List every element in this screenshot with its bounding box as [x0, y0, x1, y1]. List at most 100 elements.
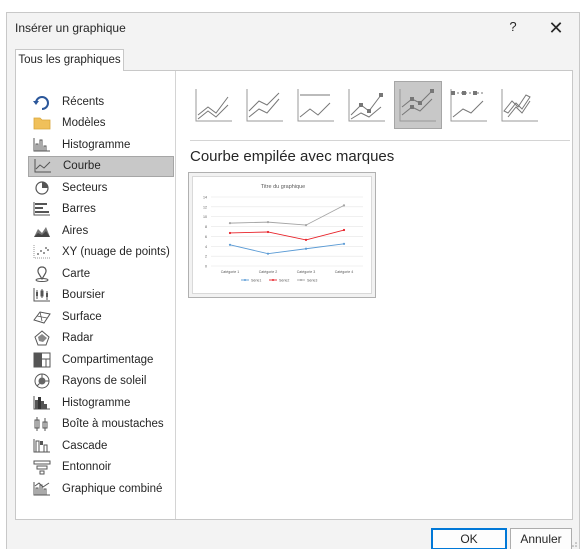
box-whisker-chart-icon [32, 416, 52, 432]
sidebar-item-combo-chart[interactable]: Graphique combiné [28, 478, 174, 499]
sidebar-item-label: Aires [62, 224, 89, 237]
sidebar-item-box-whisker-chart[interactable]: Boîte à moustaches [28, 414, 174, 435]
sidebar-item-label: Radar [62, 332, 94, 344]
line-markers-subtype-button[interactable] [343, 81, 391, 129]
help-button[interactable]: ? [503, 17, 523, 37]
preview-y-tick-label: 4 [205, 245, 207, 249]
funnel-chart-icon [32, 459, 52, 475]
preview-legend-marker [300, 279, 302, 281]
chart-subtype-gallery [190, 81, 570, 133]
close-button[interactable]: ✕ [545, 17, 567, 39]
title-bar: Insérer un graphique ? ✕ [7, 13, 579, 43]
preview-series-marker [304, 247, 308, 250]
bar-chart-icon [32, 201, 52, 217]
percent-stacked-line-markers-subtype-button[interactable] [445, 81, 493, 129]
sidebar-item-label: Histogramme [62, 138, 131, 151]
sidebar-item-surface-chart[interactable]: Surface [28, 306, 174, 327]
sidebar-item-scatter-chart[interactable]: XY (nuage de points) [28, 242, 174, 263]
preview-series-marker [266, 230, 270, 234]
preview-legend-marker [244, 279, 246, 281]
stock-chart-icon [32, 287, 52, 303]
preview-x-tick-label: Catégorie 3 [297, 270, 316, 274]
treemap-chart-icon [32, 352, 52, 368]
chart-type-sidebar: Récents Modèles Histogramme Courbe Secteurs B… [16, 71, 176, 519]
radar-chart-icon [32, 330, 52, 346]
preview-y-tick-label: 2 [205, 255, 207, 259]
preview-series-marker [304, 238, 308, 241]
line-subtype-button[interactable] [190, 81, 238, 129]
preview-series-marker [266, 252, 270, 255]
sidebar-item-label: Secteurs [62, 181, 108, 194]
map-chart-icon [32, 265, 52, 282]
sidebar-item-label: Courbe [63, 160, 101, 172]
sidebar-item-pie-chart[interactable]: Secteurs [28, 177, 174, 198]
cancel-button[interactable]: Annuler [510, 528, 572, 549]
sidebar-item-label: Histogramme [62, 396, 131, 409]
preview-x-tick-label: Catégorie 1 [221, 270, 240, 274]
selected-type-title: Courbe empilée avec marques [190, 148, 395, 165]
preview-x-tick-label: Catégorie 4 [335, 270, 354, 274]
sidebar-item-treemap-chart[interactable]: Compartimentage [28, 349, 174, 370]
ok-button[interactable]: OK [431, 528, 507, 549]
recent-icon [32, 94, 52, 110]
preview-legend-label: Série1 [251, 279, 261, 283]
sidebar-item-histogram-chart[interactable]: Histogramme [28, 392, 174, 413]
sidebar-item-stock-chart[interactable]: Boursier [28, 285, 174, 306]
dialog-title: Insérer un graphique [15, 21, 126, 35]
stacked-line-icon [246, 89, 283, 122]
waterfall-chart-icon [32, 438, 52, 454]
gallery-divider [190, 140, 570, 141]
preview-series-marker [304, 223, 308, 227]
sidebar-item-sunburst-chart[interactable]: Rayons de soleil [28, 371, 174, 392]
chart-preview[interactable]: Titre du graphique 0 2 4 6 8 10 12 14 Catégorie 1… [188, 172, 376, 298]
chart-panel: Récents Modèles Histogramme Courbe Secteurs B… [15, 70, 573, 520]
sidebar-item-label: Barres [62, 203, 96, 215]
sidebar-item-label: Rayons de soleil [62, 375, 147, 387]
sidebar-item-label: XY (nuage de points) [62, 246, 170, 258]
tab-all-charts[interactable]: Tous les graphiques [15, 49, 124, 71]
stacked-line-markers-icon [399, 89, 436, 122]
preview-legend-label: Série2 [279, 279, 289, 283]
sidebar-item-label: Carte [62, 267, 91, 280]
sidebar-item-label: Récents [62, 95, 105, 108]
preview-series-line [229, 204, 345, 226]
sidebar-item-recent[interactable]: Récents [28, 91, 174, 112]
preview-series-marker [228, 243, 232, 246]
sidebar-item-line-chart[interactable]: Courbe [28, 155, 174, 177]
preview-x-tick-label: Catégorie 2 [259, 270, 278, 274]
sidebar-item-label: Cascade [62, 439, 108, 452]
percent-stacked-line-markers-icon [450, 89, 487, 122]
sidebar-item-waterfall-chart[interactable]: Cascade [28, 435, 174, 456]
stacked-line-markers-subtype-button[interactable] [394, 81, 442, 129]
sidebar-item-funnel-chart[interactable]: Entonnoir [28, 457, 174, 478]
preview-y-tick-label: 12 [203, 205, 207, 209]
resize-grip-icon[interactable] [569, 539, 577, 547]
sidebar-item-map-chart[interactable]: Carte [28, 263, 174, 284]
preview-y-tick-label: 8 [205, 225, 207, 229]
sidebar-item-label: Boîte à moustaches [62, 418, 164, 430]
percent-stacked-line-subtype-button[interactable] [292, 81, 340, 129]
percent-stacked-line-icon [297, 89, 334, 122]
line-markers-icon [348, 89, 385, 122]
sidebar-item-area-chart[interactable]: Aires [28, 220, 174, 241]
sidebar-item-label: Compartimentage [62, 353, 154, 366]
preview-y-tick-label: 0 [205, 265, 207, 269]
scatter-chart-icon [32, 244, 52, 260]
line-icon [195, 89, 232, 122]
pie-chart-icon [32, 180, 52, 196]
preview-chart-title: Titre du graphique [261, 184, 305, 190]
sidebar-item-column-chart[interactable]: Histogramme [28, 134, 174, 155]
3d-line-subtype-button[interactable] [496, 81, 544, 129]
3d-line-icon [501, 89, 538, 122]
sidebar-item-bar-chart[interactable]: Barres [28, 199, 174, 220]
preview-legend-marker [272, 279, 274, 281]
preview-series-line [229, 229, 345, 241]
preview-series-marker [266, 221, 270, 224]
preview-series-marker [228, 231, 232, 235]
stacked-line-subtype-button[interactable] [241, 81, 289, 129]
sidebar-item-label: Graphique combiné [62, 482, 163, 495]
sidebar-item-radar-chart[interactable]: Radar [28, 328, 174, 349]
sunburst-chart-icon [32, 373, 52, 389]
preview-series-marker [342, 242, 346, 245]
sidebar-item-folder[interactable]: Modèles [28, 113, 174, 134]
